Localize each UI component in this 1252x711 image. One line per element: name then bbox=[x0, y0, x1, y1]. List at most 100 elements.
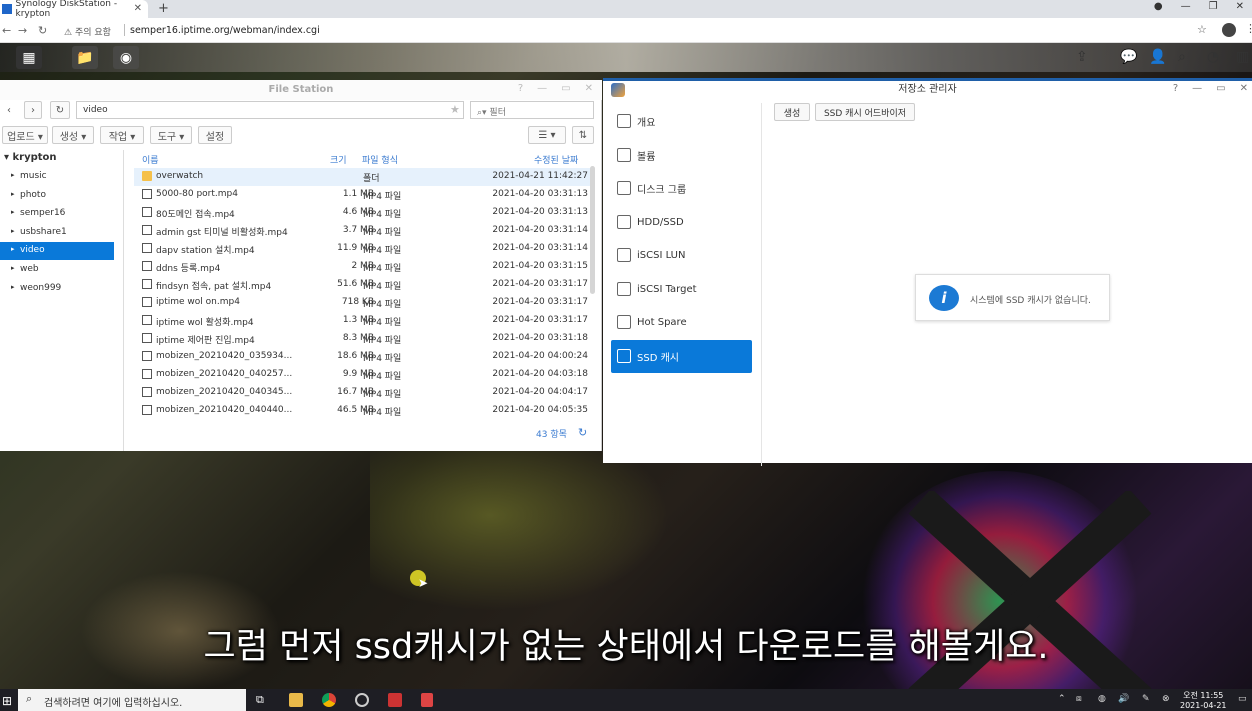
tree-item-semper16[interactable]: ▸ semper16 bbox=[0, 205, 114, 223]
reload-icon[interactable]: ↻ bbox=[38, 24, 47, 37]
notification-center-icon[interactable]: ▭ bbox=[1238, 694, 1247, 704]
tray-close-icon[interactable]: ⊗ bbox=[1162, 694, 1170, 704]
create-button[interactable]: 생성 bbox=[774, 103, 810, 121]
forward-button[interactable]: › bbox=[24, 101, 42, 119]
scrollbar[interactable] bbox=[590, 166, 595, 294]
table-row[interactable]: 5000-80 port.mp4 1.1 MB MP4 파일 2021-04-20 0… bbox=[134, 186, 594, 204]
profile-dot-icon[interactable]: ● bbox=[1154, 1, 1163, 12]
create-button[interactable]: 생성 ▾ bbox=[52, 126, 94, 144]
sidebar-item-hot-spare[interactable]: Hot Spare bbox=[611, 306, 752, 339]
expand-arrow-icon[interactable]: ▸ bbox=[11, 208, 15, 216]
user-icon[interactable]: 👤 bbox=[1149, 49, 1166, 65]
refresh-button[interactable]: ↻ bbox=[50, 101, 70, 119]
table-row[interactable]: mobizen_20210420_040257... 9.9 MB MP4 파일 20… bbox=[134, 366, 594, 384]
upload-queue-icon[interactable]: ⇪ bbox=[1076, 49, 1088, 65]
taskbar-search-input[interactable]: ⌕ 검색하려면 여기에 입력하십시오. bbox=[18, 689, 246, 711]
tree-item-music[interactable]: ▸ music bbox=[0, 168, 114, 186]
file-station-taskbar-icon[interactable]: 📁 bbox=[72, 46, 98, 69]
expand-arrow-icon[interactable]: ▸ bbox=[11, 171, 15, 179]
maximize-icon[interactable]: ▭ bbox=[561, 83, 570, 94]
view-mode-button[interactable]: ☰ ▾ bbox=[528, 126, 566, 144]
widgets-icon[interactable]: ◔ bbox=[1207, 49, 1219, 65]
storage-manager-taskbar-icon[interactable]: ◉ bbox=[113, 46, 139, 69]
expand-arrow-icon[interactable]: ▸ bbox=[11, 283, 15, 291]
tree-item-web[interactable]: ▸ web bbox=[0, 261, 114, 279]
table-row[interactable]: mobizen_20210420_040345... 16.7 MB MP4 파일 2… bbox=[134, 384, 594, 402]
table-row[interactable]: 80도메인 접속.mp4 4.6 MB MP4 파일 2021-04-20 03:31… bbox=[134, 204, 594, 222]
back-icon[interactable]: ← bbox=[2, 24, 11, 37]
expand-arrow-icon[interactable]: ▸ bbox=[11, 227, 15, 235]
search-icon[interactable]: ⌕ bbox=[1178, 49, 1186, 65]
upload-button[interactable]: 업로드 ▾ bbox=[2, 126, 48, 144]
browser-tab[interactable]: Synology DiskStation - krypton ✕ bbox=[0, 0, 148, 19]
close-window-icon[interactable]: ✕ bbox=[1236, 1, 1244, 12]
bookmark-star-icon[interactable]: ☆ bbox=[1197, 23, 1207, 36]
sidebar-item-iscsi-lun[interactable]: iSCSI LUN bbox=[611, 239, 752, 272]
sidebar-item-iscsi-target[interactable]: iSCSI Target bbox=[611, 273, 752, 306]
tree-item-weon999[interactable]: ▸ weon999 bbox=[0, 280, 114, 298]
expand-arrow-icon[interactable]: ▸ bbox=[11, 190, 15, 198]
task-view-icon[interactable]: ⧉ bbox=[256, 693, 270, 707]
sidebar-item-disk-group[interactable]: 디스크 그룹 bbox=[611, 172, 752, 205]
table-row[interactable]: iptime 제어판 진입.mp4 8.3 MB MP4 파일 2021-04-20 … bbox=[134, 330, 594, 348]
tree-item-usbshare1[interactable]: ▸ usbshare1 bbox=[0, 224, 114, 242]
minimize-icon[interactable]: — bbox=[1181, 1, 1191, 12]
forward-icon[interactable]: → bbox=[18, 24, 27, 37]
tools-button[interactable]: 도구 ▾ bbox=[150, 126, 192, 144]
column-name[interactable]: 이름 bbox=[142, 153, 159, 166]
favorite-star-icon[interactable]: ★ bbox=[450, 103, 460, 116]
minimize-icon[interactable]: — bbox=[1192, 83, 1202, 94]
tray-app-icon[interactable]: ⧈ bbox=[1076, 694, 1082, 704]
close-icon[interactable]: ✕ bbox=[1240, 83, 1248, 94]
volume-icon[interactable]: 🔊 bbox=[1118, 694, 1129, 704]
sidebar-item-volume[interactable]: 볼륨 bbox=[611, 139, 752, 172]
sidebar-item-ssd-cache[interactable]: SSD 캐시 bbox=[611, 339, 752, 373]
notifications-icon[interactable]: 💬 bbox=[1120, 49, 1137, 65]
sidebar-item-overview[interactable]: 개요 bbox=[611, 105, 752, 138]
table-row[interactable]: mobizen_20210420_040440... 46.5 MB MP4 파일 2… bbox=[134, 402, 594, 420]
table-row[interactable]: ddns 등록.mp4 2 MB MP4 파일 2021-04-20 03:31:15 bbox=[134, 258, 594, 276]
security-warning[interactable]: ⚠ 주의 요함 bbox=[64, 25, 111, 38]
chrome-icon[interactable] bbox=[322, 693, 336, 707]
sort-button[interactable]: ⇅ bbox=[572, 126, 594, 144]
action-button[interactable]: 작업 ▾ bbox=[100, 126, 144, 144]
ssd-cache-advisor-button[interactable]: SSD 캐시 어드바이저 bbox=[815, 103, 915, 121]
restore-icon[interactable]: ❐ bbox=[1209, 1, 1218, 12]
clock[interactable]: 오전 11:55 2021-04-21 bbox=[1180, 691, 1227, 711]
menu-icon[interactable]: ⋮ bbox=[1245, 22, 1252, 35]
settings-button[interactable]: 설정 bbox=[198, 126, 232, 144]
tree-root[interactable]: ▾ krypton bbox=[4, 152, 57, 163]
tray-chevron-icon[interactable]: ⌃ bbox=[1058, 694, 1066, 704]
pen-icon[interactable]: ✎ bbox=[1142, 694, 1150, 704]
url-field[interactable]: semper16.iptime.org/webman/index.cgi bbox=[130, 25, 320, 36]
new-tab-button[interactable]: + bbox=[158, 1, 169, 16]
expand-arrow-icon[interactable]: ▸ bbox=[11, 245, 15, 253]
maximize-icon[interactable]: ▭ bbox=[1216, 83, 1225, 94]
close-icon[interactable]: ✕ bbox=[585, 83, 593, 94]
help-icon[interactable]: ? bbox=[1173, 83, 1178, 94]
tree-item-video[interactable]: ▸ video bbox=[0, 242, 114, 261]
table-row[interactable]: admin gst 티미널 비활성화.mp4 3.7 MB MP4 파일 2021-0… bbox=[134, 222, 594, 240]
file-explorer-icon[interactable] bbox=[289, 693, 303, 707]
table-row[interactable]: iptime wol on.mp4 718 KB MP4 파일 2021-04-20 … bbox=[134, 294, 594, 312]
table-row[interactable]: mobizen_20210420_035934... 18.6 MB MP4 파일 2… bbox=[134, 348, 594, 366]
column-modified[interactable]: 수정된 날짜 bbox=[534, 153, 578, 166]
app-icon[interactable] bbox=[388, 693, 402, 707]
close-tab-icon[interactable]: ✕ bbox=[134, 3, 142, 14]
refresh-list-icon[interactable]: ↻ bbox=[578, 426, 587, 439]
windows-start-icon[interactable]: ⊞ bbox=[2, 694, 12, 708]
path-input[interactable]: video bbox=[76, 101, 464, 119]
office-icon[interactable] bbox=[421, 693, 433, 707]
table-row[interactable]: iptime wol 활성화.mp4 1.3 MB MP4 파일 2021-04-20… bbox=[134, 312, 594, 330]
network-icon[interactable]: ◍ bbox=[1098, 694, 1106, 704]
tree-item-photo[interactable]: ▸ photo bbox=[0, 187, 114, 205]
column-type[interactable]: 파일 형식 bbox=[362, 153, 398, 166]
table-row[interactable]: overwatch 폴더 2021-04-21 11:42:27 bbox=[134, 168, 594, 186]
sidebar-item-hdd[interactable]: HDD/SSD bbox=[611, 206, 752, 239]
column-size[interactable]: 크기 bbox=[330, 153, 347, 166]
obs-icon[interactable] bbox=[355, 693, 369, 707]
expand-arrow-icon[interactable]: ▸ bbox=[11, 264, 15, 272]
profile-avatar-icon[interactable] bbox=[1222, 23, 1236, 37]
help-icon[interactable]: ? bbox=[518, 83, 523, 94]
filter-input[interactable]: ⌕▾ 필터 bbox=[470, 101, 594, 119]
